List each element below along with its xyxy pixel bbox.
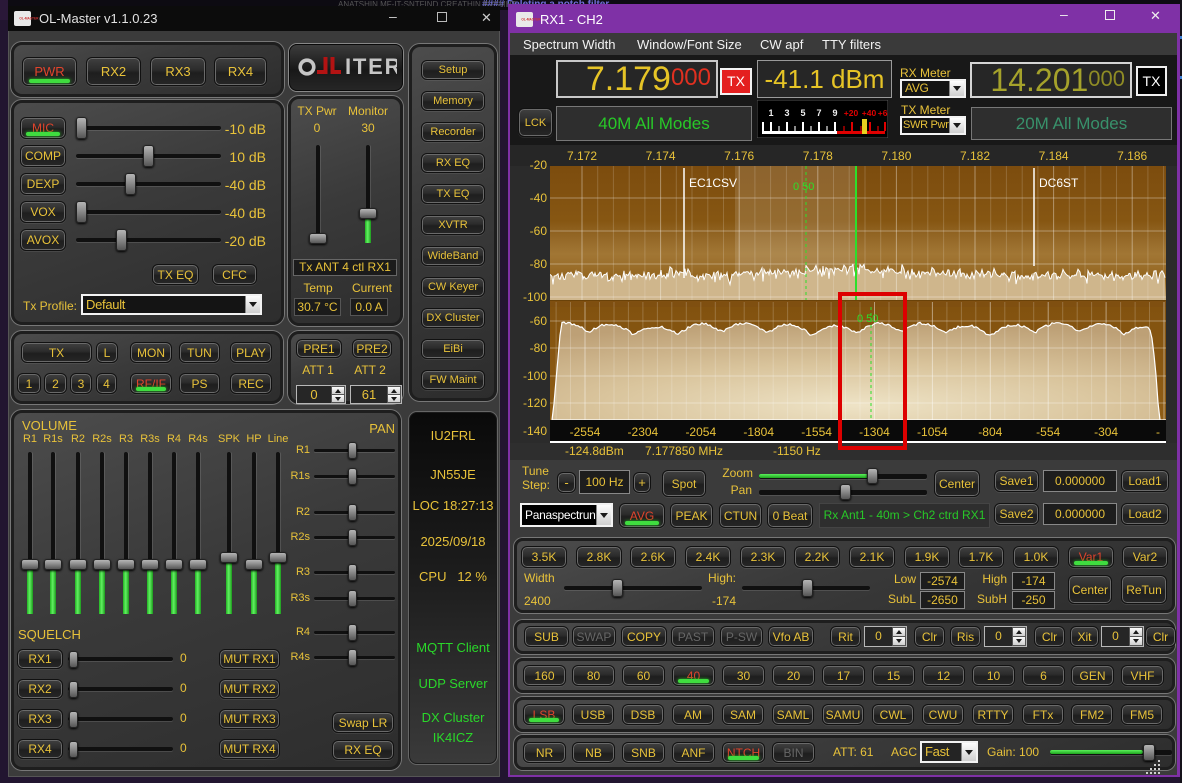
svg-text:7: 7 (816, 108, 821, 118)
svg-text:9: 9 (832, 108, 837, 118)
svg-text:0 50: 0 50 (793, 181, 814, 193)
svg-text:EC1CSV: EC1CSV (689, 176, 737, 190)
svg-text:DC6ST: DC6ST (1039, 176, 1079, 190)
svg-text:5: 5 (800, 108, 805, 118)
svg-text:+40: +40 (862, 108, 877, 118)
svg-text:1: 1 (768, 108, 773, 118)
svg-text:+60: +60 (878, 108, 888, 118)
svg-text:3: 3 (784, 108, 789, 118)
svg-text:ITER: ITER (345, 54, 397, 79)
svg-text:+20: +20 (844, 108, 859, 118)
